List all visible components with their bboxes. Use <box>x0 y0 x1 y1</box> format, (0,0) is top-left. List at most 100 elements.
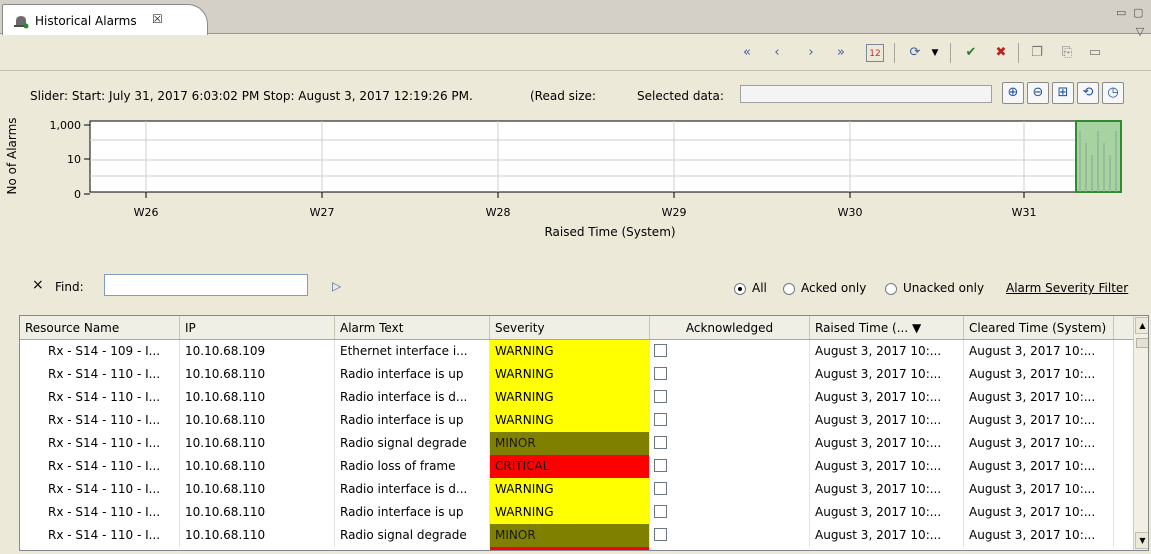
forward-icon[interactable]: › <box>802 44 820 62</box>
y-tick-label: 1,000 <box>50 119 82 132</box>
zoom-in-icon[interactable]: ⊕ <box>1002 82 1024 104</box>
zoom-out-icon[interactable]: ⊖ <box>1027 82 1049 104</box>
read-size-label: (Read size: <box>530 89 596 103</box>
acknowledged-checkbox[interactable] <box>654 459 667 472</box>
column-header[interactable]: Severity <box>490 316 650 339</box>
table-cell: Radio signal degrade <box>335 524 490 547</box>
tab-close-icon[interactable]: ☒ <box>152 12 163 26</box>
acknowledged-checkbox[interactable] <box>654 505 667 518</box>
scroll-up-icon[interactable]: ▲ <box>1135 317 1148 334</box>
column-header[interactable]: Cleared Time (System) <box>964 316 1114 339</box>
table-header: Resource Name IP Alarm Text Severity Acknowl… <box>20 316 1133 340</box>
view-menu-icon[interactable]: ▽ <box>1131 23 1149 41</box>
alarm-severity-filter-link[interactable]: Alarm Severity Filter <box>1006 281 1128 295</box>
prev-prev-icon[interactable]: « <box>738 44 756 62</box>
back-icon[interactable]: ‹ <box>768 44 786 62</box>
find-next-icon[interactable]: ▷ <box>332 279 341 293</box>
filter-unacked-radio[interactable] <box>885 283 897 295</box>
table-cell: 10.10.68.109 <box>180 340 335 363</box>
table-row[interactable]: Rx - S14 - 110 - I... 10.10.68.110 Radio i… <box>20 501 1133 524</box>
table-row[interactable]: Rx - S14 - 110 - I... 10.10.68.110 Radio i… <box>20 478 1133 501</box>
table-cell: August 3, 2017 10:... <box>810 524 964 547</box>
severity-cell: CRITICAL <box>490 455 650 478</box>
table-cell: Rx - S14 - 110 - I... <box>20 386 180 409</box>
table-cell: Ethernet interface i... <box>335 340 490 363</box>
unack-icon[interactable]: ✖ <box>992 44 1010 62</box>
filter-acked-radio[interactable] <box>783 283 795 295</box>
table-cell: Radio interface is d... <box>335 478 490 501</box>
refresh-icon[interactable]: ⟳ <box>906 44 924 62</box>
column-header[interactable]: IP <box>180 316 335 339</box>
x-tick-label: W27 <box>310 206 335 219</box>
zoom-reset-icon[interactable]: ⟲ <box>1077 82 1099 104</box>
table-row[interactable]: Rx - S14 - 110 - I... 10.10.68.110 Radio l… <box>20 455 1133 478</box>
column-header[interactable]: Alarm Text <box>335 316 490 339</box>
y-tick-label: 0 <box>74 188 81 201</box>
copy-icon[interactable]: ❐ <box>1028 44 1046 62</box>
table-cell: Radio loss of frame <box>335 455 490 478</box>
severity-cell: WARNING <box>490 363 650 386</box>
acknowledged-cell <box>650 340 810 363</box>
tab-historical-alarms[interactable]: Historical Alarms ☒ <box>2 4 208 35</box>
scroll-down-icon[interactable]: ▼ <box>1135 532 1148 549</box>
acknowledged-cell <box>650 478 810 501</box>
table-row[interactable]: Rx - S14 - 110 - I... 10.10.68.110 Radio i… <box>20 363 1133 386</box>
acknowledged-checkbox[interactable] <box>654 390 667 403</box>
view-toolbar: « ‹ › » 12 ⟳ ▼ ✔ ✖ ❐ ⎘ ▭ ▽ <box>0 25 1151 71</box>
fit-icon[interactable]: ⊞ <box>1052 82 1074 104</box>
acknowledged-checkbox[interactable] <box>654 528 667 541</box>
acknowledged-checkbox[interactable] <box>654 367 667 380</box>
table-cell: August 3, 2017 10:... <box>964 524 1114 547</box>
table-cell: August 3, 2017 10:... <box>810 432 964 455</box>
selected-data-field <box>740 85 992 103</box>
table-row[interactable] <box>20 547 1133 550</box>
table-row[interactable]: Rx - S14 - 110 - I... 10.10.68.110 Radio i… <box>20 386 1133 409</box>
find-close-icon[interactable]: × <box>32 277 44 293</box>
acknowledged-checkbox[interactable] <box>654 344 667 357</box>
acknowledged-checkbox[interactable] <box>654 482 667 495</box>
x-axis-label: Raised Time (System) <box>544 225 675 239</box>
filter-all-radio[interactable] <box>734 283 746 295</box>
table-cell: Rx - S14 - 110 - I... <box>20 455 180 478</box>
acknowledged-checkbox[interactable] <box>654 436 667 449</box>
severity-cell: WARNING <box>490 501 650 524</box>
table-cell: 10.10.68.110 <box>180 478 335 501</box>
alarm-histogram-chart[interactable]: 1,000 10 0 W26 W27 W28 W29 W30 W31 Raised Time (S… <box>0 116 1151 258</box>
chart-svg: 1,000 10 0 W26 W27 W28 W29 W30 W31 Raised Time (S… <box>5 117 1122 239</box>
comment-icon[interactable]: ▭ <box>1086 44 1104 62</box>
acknowledged-checkbox[interactable] <box>654 413 667 426</box>
table-cell: Rx - S14 - 110 - I... <box>20 524 180 547</box>
tab-title: Historical Alarms <box>35 14 137 28</box>
clock-icon[interactable]: ◷ <box>1102 82 1124 104</box>
column-header[interactable]: Raised Time (... ▼ <box>810 316 964 339</box>
table-cell: 10.10.68.110 <box>180 363 335 386</box>
column-header[interactable]: Resource Name <box>20 316 180 339</box>
acknowledged-cell <box>650 409 810 432</box>
next-next-icon[interactable]: » <box>832 44 850 62</box>
maximize-icon[interactable]: ▢ <box>1133 6 1143 19</box>
find-input[interactable] <box>104 274 308 296</box>
table-cell: Rx - S14 - 110 - I... <box>20 363 180 386</box>
acknowledged-cell <box>650 386 810 409</box>
ack-icon[interactable]: ✔ <box>962 44 980 62</box>
table-cell: Radio interface is up <box>335 363 490 386</box>
table-cell: August 3, 2017 10:... <box>810 501 964 524</box>
table-cell: Radio interface is up <box>335 409 490 432</box>
table-row[interactable]: Rx - S14 - 110 - I... 10.10.68.110 Radio s… <box>20 432 1133 455</box>
acknowledged-cell <box>650 501 810 524</box>
refresh-dropdown-icon[interactable]: ▼ <box>926 44 944 62</box>
minimize-icon[interactable]: ▭ <box>1116 6 1126 19</box>
table-row[interactable]: Rx - S14 - 110 - I... 10.10.68.110 Radio s… <box>20 524 1133 547</box>
table-cell: August 3, 2017 10:... <box>964 478 1114 501</box>
scroll-thumb[interactable] <box>1136 338 1148 348</box>
table-cell: August 3, 2017 10:... <box>964 455 1114 478</box>
x-tick-label: W26 <box>134 206 159 219</box>
column-header[interactable]: Acknowledged <box>650 316 810 339</box>
table-row[interactable]: Rx - S14 - 110 - I... 10.10.68.110 Radio i… <box>20 409 1133 432</box>
severity-cell: MINOR <box>490 524 650 547</box>
vertical-scrollbar[interactable]: ▲ ▼ <box>1133 316 1148 550</box>
slider-range-text: Slider: Start: July 31, 2017 6:03:02 PM … <box>30 89 473 103</box>
table-row[interactable]: Rx - S14 - 109 - I... 10.10.68.109 Etherne… <box>20 340 1133 363</box>
calendar-icon[interactable]: 12 <box>866 44 884 62</box>
export-icon[interactable]: ⎘ <box>1058 44 1076 62</box>
